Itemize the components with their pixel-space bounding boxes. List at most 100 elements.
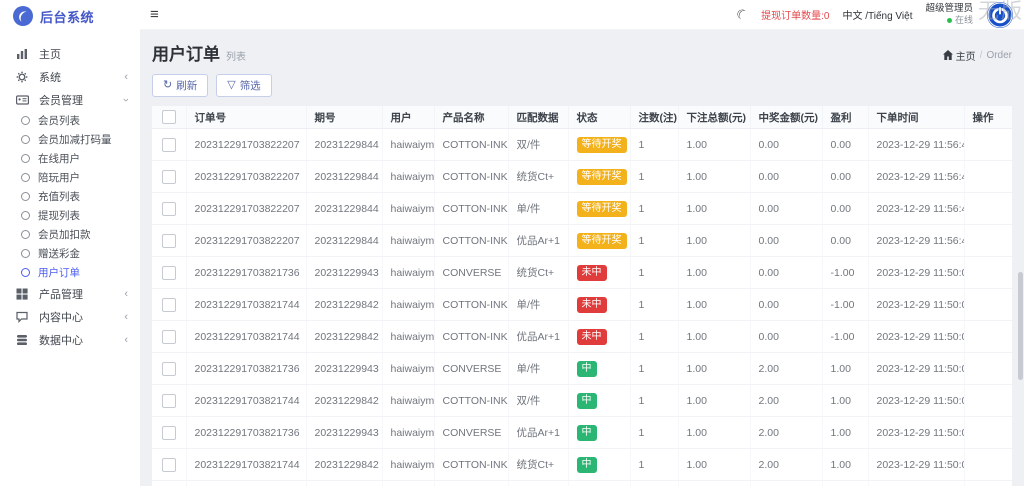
row-checkbox[interactable]: [162, 394, 176, 408]
cell-product: COTTON-INK: [434, 385, 508, 417]
select-all-checkbox[interactable]: [162, 110, 176, 124]
sidebar-item-content[interactable]: 内容中心‹: [0, 305, 140, 328]
home-icon: [943, 50, 953, 60]
row-checkbox[interactable]: [162, 202, 176, 216]
row-checkbox[interactable]: [162, 458, 176, 472]
sidebar-item-label: 提现列表: [38, 208, 80, 223]
table-row: 20231229170382220720231229844haiwaiymCOT…: [152, 129, 1012, 161]
cell-time: 2023-12-29 11:50:03: [868, 289, 964, 321]
cell-period: 20231229842: [306, 449, 382, 481]
cell-period: 20231229943: [306, 481, 382, 486]
sidebar-item-label: 数据中心: [39, 332, 83, 348]
cell-bets: 1: [630, 193, 678, 225]
sidebar-item-recharge-list[interactable]: 充值列表: [0, 187, 140, 206]
sidebar-item-gift-bonus[interactable]: 赠送彩金: [0, 244, 140, 263]
cell-match: 单/件: [508, 289, 568, 321]
cell-action: [964, 289, 1012, 321]
row-checkbox[interactable]: [162, 362, 176, 376]
sidebar-item-withdraw-list[interactable]: 提现列表: [0, 206, 140, 225]
cell-period: 20231229844: [306, 161, 382, 193]
table-row: 20231229170382173620231229943haiwaiymCON…: [152, 417, 1012, 449]
cell-product: COTTON-INK: [434, 289, 508, 321]
cell-time: 2023-12-29 11:50:03: [868, 385, 964, 417]
sidebar-item-label: 主页: [39, 46, 61, 62]
row-checkbox[interactable]: [162, 330, 176, 344]
vertical-scrollbar[interactable]: [1018, 272, 1023, 380]
breadcrumb-home[interactable]: 主页: [943, 48, 976, 63]
hamburger-icon[interactable]: ≡: [150, 7, 159, 22]
sidebar-item-label: 会员加减打码量: [38, 132, 112, 147]
cell-user: haiwaiym: [382, 481, 434, 486]
filter-icon: ▽: [227, 80, 235, 91]
sidebar: 后台系统 主页系统‹会员管理‹ 会员列表会员加减打码量在线用户陪玩用户充值列表提现…: [0, 0, 140, 486]
orders-table: 订单号期号用户产品名称匹配数据状态注数(注)下注总额(元)中奖金额(元)盈利下单…: [152, 106, 1012, 486]
cell-action: [964, 257, 1012, 289]
row-checkbox[interactable]: [162, 426, 176, 440]
refresh-button[interactable]: ↻ 刷新: [152, 74, 208, 97]
sidebar-item-product[interactable]: 产品管理‹: [0, 282, 140, 305]
cell-period: 20231229842: [306, 289, 382, 321]
cell-status: 等待开奖: [568, 193, 630, 225]
refresh-icon: ↻: [163, 80, 172, 91]
sidebar-item-datacenter[interactable]: 数据中心‹: [0, 328, 140, 351]
sidebar-item-label: 会员列表: [38, 113, 80, 128]
language-selector[interactable]: 中文 /Tiếng Việt: [842, 7, 912, 22]
cell-order-no: 202312291703821744: [186, 289, 306, 321]
cell-order-no: 202312291703821744: [186, 385, 306, 417]
cell-total: 1.00: [678, 257, 750, 289]
cell-match: 双/件: [508, 385, 568, 417]
row-checkbox[interactable]: [162, 266, 176, 280]
cell-time: 2023-12-29 11:50:03: [868, 481, 964, 486]
brand-name: 后台系统: [40, 7, 94, 26]
cell-action: [964, 481, 1012, 486]
row-checkbox[interactable]: [162, 234, 176, 248]
admin-info[interactable]: 超级管理员 在线: [925, 3, 973, 26]
cell-user: haiwaiym: [382, 193, 434, 225]
column-header: 匹配数据: [508, 106, 568, 129]
withdraw-notice[interactable]: 提现订单数量:0: [761, 7, 829, 22]
column-header: 产品名称: [434, 106, 508, 129]
sidebar-item-member-adjust[interactable]: 会员加扣款: [0, 225, 140, 244]
cell-win: 0.00: [750, 129, 822, 161]
cell-period: 20231229844: [306, 193, 382, 225]
cell-user: haiwaiym: [382, 129, 434, 161]
sidebar-item-system[interactable]: 系统‹: [0, 65, 140, 88]
orders-header-row: 订单号期号用户产品名称匹配数据状态注数(注)下注总额(元)中奖金额(元)盈利下单…: [152, 106, 1012, 129]
dark-mode-icon[interactable]: ☾: [733, 5, 751, 25]
sidebar-item-play-users[interactable]: 陪玩用户: [0, 168, 140, 187]
cell-time: 2023-12-29 11:50:03: [868, 257, 964, 289]
cell-action: [964, 129, 1012, 161]
cell-action: [964, 321, 1012, 353]
sidebar-item-home[interactable]: 主页: [0, 42, 140, 65]
filter-button[interactable]: ▽ 筛选: [216, 74, 271, 97]
cell-bets: 1: [630, 161, 678, 193]
cell-status: 未中: [568, 289, 630, 321]
table-row: 20231229170382220720231229844haiwaiymCOT…: [152, 193, 1012, 225]
cell-user: haiwaiym: [382, 385, 434, 417]
grid-icon: [16, 288, 31, 300]
cell-total: 1.00: [678, 321, 750, 353]
row-checkbox[interactable]: [162, 138, 176, 152]
avatar[interactable]: [986, 1, 1014, 29]
cell-profit: 0.00: [822, 129, 868, 161]
cell-user: haiwaiym: [382, 353, 434, 385]
brand-logo[interactable]: 后台系统: [0, 0, 140, 32]
row-checkbox[interactable]: [162, 170, 176, 184]
column-header: 下注总额(元): [678, 106, 750, 129]
row-checkbox[interactable]: [162, 298, 176, 312]
radio-circle-icon: [21, 211, 30, 220]
sidebar-item-user-orders[interactable]: 用户订单: [0, 263, 140, 282]
cell-total: 1.00: [678, 129, 750, 161]
sidebar-item-label: 在线用户: [38, 151, 80, 166]
cell-user: haiwaiym: [382, 225, 434, 257]
cell-profit: 0.00: [822, 193, 868, 225]
cell-bets: 1: [630, 321, 678, 353]
sidebar-item-member-coding[interactable]: 会员加减打码量: [0, 130, 140, 149]
sidebar-item-member[interactable]: 会员管理‹: [0, 88, 140, 111]
chevron-left-icon: ‹: [124, 288, 128, 300]
cell-total: 1.00: [678, 161, 750, 193]
sidebar-item-member-list[interactable]: 会员列表: [0, 111, 140, 130]
cell-match: 优品Ar+1: [508, 417, 568, 449]
sidebar-item-label: 充值列表: [38, 189, 80, 204]
sidebar-item-online-users[interactable]: 在线用户: [0, 149, 140, 168]
